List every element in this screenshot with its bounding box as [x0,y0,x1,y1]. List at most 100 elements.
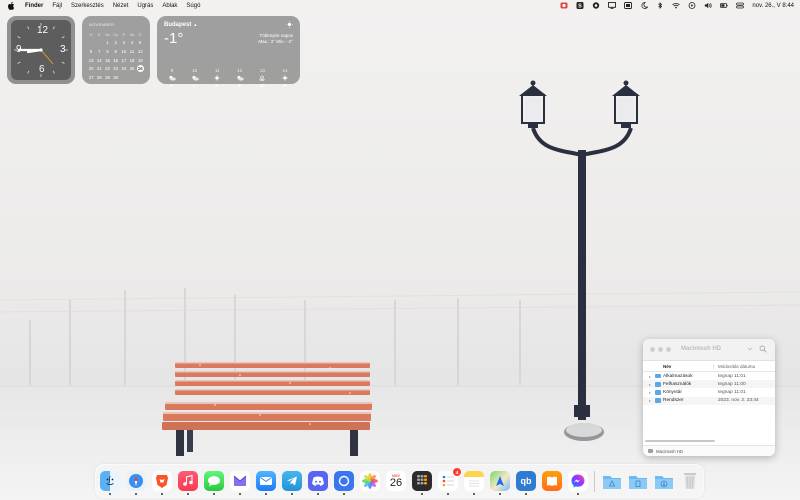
finder-titlebar[interactable]: Macintosh HD [643,339,775,361]
applications-folder-icon[interactable] [602,471,622,491]
calendar-app-icon[interactable]: NOV 26 [386,471,406,491]
record-icon[interactable] [592,2,600,9]
calendar-today: 26 [136,64,144,73]
hourly-forecast: 12 3° [230,68,250,88]
weekday-label: V [138,31,142,37]
search-icon[interactable] [759,345,767,353]
path-bar-label[interactable]: Macintosh HD [656,449,683,454]
volume-icon[interactable] [704,2,713,9]
documents-folder-icon[interactable] [628,471,648,491]
mail-icon[interactable] [256,471,276,491]
calendar-day: 2 [114,40,117,46]
calendar-day: 28 [96,74,102,80]
disclosure-chevron-icon[interactable]: ▸ [649,382,653,387]
calendar-day: 13 [88,57,94,63]
safari-icon[interactable] [126,471,146,491]
file-row[interactable]: ▸ Rendszer 2023. nov. 2. 23:44 [643,396,775,405]
notes-icon[interactable] [464,471,484,491]
menu-go[interactable]: Ugrás [137,3,153,9]
telegram-icon[interactable] [282,471,302,491]
play-icon[interactable] [688,2,696,9]
folder-icon [655,398,661,403]
screen-icon[interactable] [624,2,633,9]
calendar-day: 29 [105,74,110,80]
weather-widget[interactable]: Budapest ▲ -1° Többnyire napos Max.: 3° M… [157,16,300,88]
folder-icon [655,382,661,387]
file-modified: tegnap 11:01 [718,389,746,395]
running-indicator [265,493,267,495]
file-row[interactable]: ▸ Könyvtár tegnap 11:01 [643,388,775,396]
calendar-day: 7 [98,48,101,54]
file-row[interactable]: ▸ Alkalmazások tegnap 11:01 [643,372,775,380]
clock-widget[interactable]: 12 3 6 9 [7,16,75,84]
menu-view[interactable]: Nézet [113,3,129,9]
disclosure-chevron-icon[interactable]: ▸ [649,390,653,395]
proton-mail-icon[interactable] [230,471,250,491]
forecast-temp: 3° [237,83,242,88]
running-indicator [499,493,501,495]
menu-app-finder[interactable]: Finder [25,3,43,9]
menu-file[interactable]: Fájl [52,3,62,9]
running-indicator [161,493,163,495]
menu-window[interactable]: Ablak [162,3,177,9]
hourly-forecast: 14 3° [275,68,295,88]
window-title: Macintosh HD [681,346,722,352]
wifi-icon[interactable] [672,2,681,9]
battery-icon[interactable] [720,2,729,9]
calendar-day: 25 [129,66,135,72]
calendar-widget[interactable]: NOVEMBER H K Sz Cs P Sz V 1 2 3 4 5 6 7 … [82,16,150,84]
moon-icon[interactable] [640,2,649,9]
running-indicator [109,493,111,495]
finder-icon[interactable] [100,471,120,491]
apple-menu-icon[interactable] [8,1,16,10]
file-name: Rendszer [663,398,684,404]
music-icon[interactable] [178,471,198,491]
menu-edit[interactable]: Szerkesztés [71,3,104,9]
disclosure-chevron-icon[interactable]: ▸ [649,374,653,379]
discord-icon[interactable] [308,471,328,491]
column-header-modified[interactable]: Módosítás dátuma [713,363,755,369]
maps-icon[interactable] [490,471,510,491]
calendar-day [95,39,103,48]
trash-icon[interactable] [680,471,700,491]
calendar-app-day: 26 [389,476,403,489]
books-icon[interactable] [542,471,562,491]
downloads-folder-icon[interactable] [654,471,674,491]
weather-hourly: 9 0° 10 1° 11 2° 12 3° 13 3° 14 3° [162,68,295,88]
horizontal-scrollbar[interactable] [645,440,715,442]
calendar-month: NOVEMBER [89,22,115,27]
calendar-day: 23 [113,66,119,72]
app-s-icon[interactable]: S [576,2,584,9]
menu-bar-clock[interactable]: nov. 26., V 8:44 [752,3,794,9]
control-center-icon[interactable] [736,2,745,9]
disclosure-chevron-icon[interactable]: ▸ [649,398,653,403]
close-button[interactable] [650,347,655,352]
bluetooth-icon[interactable] [656,2,664,9]
file-name: Alkalmazások [663,373,693,379]
brave-icon[interactable] [152,471,172,491]
photos-icon[interactable] [360,471,380,491]
minimize-button[interactable] [658,347,663,352]
running-indicator [239,493,241,495]
forecast-temp: 3° [260,83,265,88]
calculator-icon[interactable] [412,471,432,491]
messages-icon[interactable] [204,471,224,491]
menu-help[interactable]: Súgó [186,3,200,9]
messenger-icon[interactable] [568,471,588,491]
running-indicator [525,493,527,495]
calendar-day: 22 [105,66,110,72]
more-options-icon[interactable] [746,345,754,353]
zoom-button[interactable] [666,347,671,352]
signal-icon[interactable] [334,471,354,491]
dock-separator [594,471,595,492]
qbittorrent-icon[interactable]: qb [516,471,536,491]
partly-cloudy-icon [169,75,176,81]
calendar-day: 1 [106,40,109,46]
vpn-icon[interactable] [560,2,568,9]
finder-window[interactable]: Macintosh HD Név Módosítás dátuma ▸ Alkal… [643,339,775,456]
display-icon[interactable] [608,2,617,9]
file-row[interactable]: ▸ Felhasználók tegnap 11:00 [643,380,775,389]
column-header-name[interactable]: Név [643,364,713,369]
weekday-label: Cs [113,31,119,37]
reminders-icon[interactable]: 4 [438,468,461,491]
